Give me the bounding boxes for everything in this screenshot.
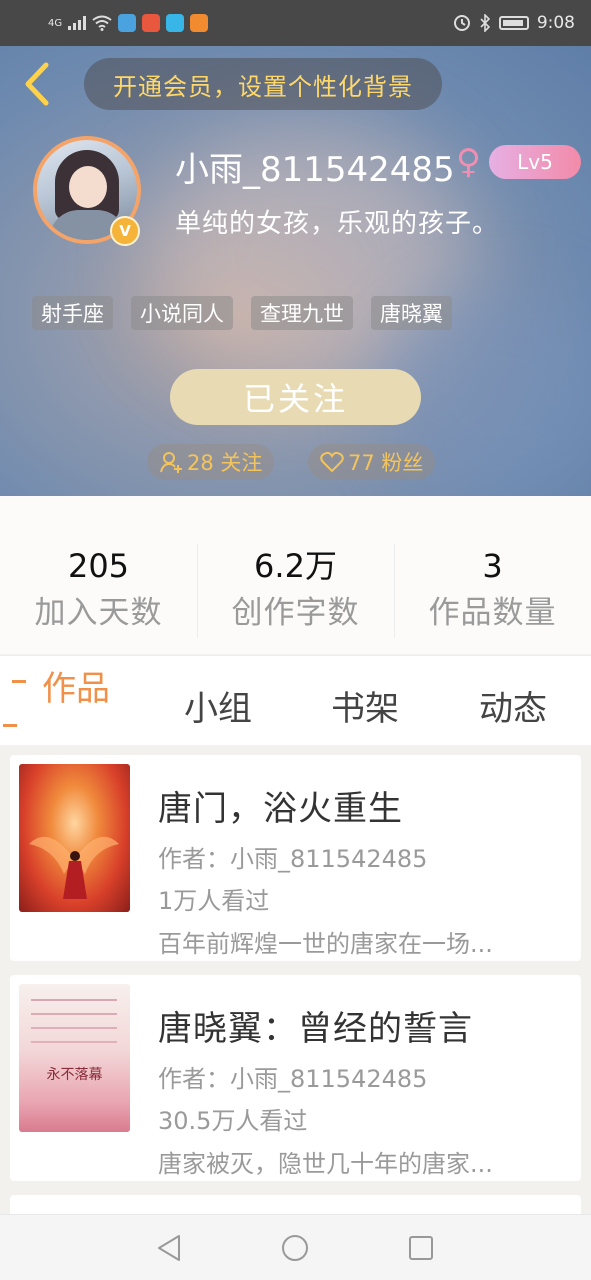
tag-item[interactable]: 小说同人	[131, 296, 233, 330]
stat-works-count: 3 作品数量	[394, 544, 591, 638]
battery-icon	[498, 16, 529, 30]
tab-works[interactable]: 作品	[42, 661, 110, 710]
tab-indicator	[12, 680, 26, 683]
profile-tabs: 作品 小组 书架 动态	[0, 655, 591, 745]
fans-count-button[interactable]: 77 粉丝	[308, 444, 436, 480]
followed-button[interactable]: 已关注	[170, 369, 421, 425]
back-arrow-icon	[25, 62, 49, 106]
tab-bookshelf[interactable]: 书架	[331, 681, 399, 730]
verified-badge: V	[110, 216, 140, 246]
stat-join-days: 205 加入天数	[0, 544, 197, 638]
status-bar: 4G 9:08	[0, 0, 591, 46]
work-author: 作者：小雨_811542485	[158, 1065, 428, 1093]
vip-background-banner[interactable]: 开通会员，设置个性化背景	[84, 58, 442, 110]
clock: 9:08	[536, 13, 575, 33]
stat-label: 作品数量	[428, 595, 557, 631]
work-views: 30.5万人看过	[158, 1107, 308, 1135]
system-nav-bar	[0, 1214, 591, 1280]
nav-recents-button[interactable]	[406, 1233, 436, 1263]
stat-label: 创作字数	[231, 595, 360, 631]
app-icon-cyan	[166, 14, 185, 32]
back-button[interactable]	[16, 60, 56, 108]
user-bio: 单纯的女孩，乐观的孩子。	[175, 209, 500, 239]
network-type: 4G	[48, 17, 63, 29]
following-count-button[interactable]: 28 关注	[147, 444, 275, 480]
following-count: 28 关注	[187, 451, 263, 475]
work-title: 唐晓翼：曾经的誓言	[158, 1009, 473, 1049]
app-icon-orange	[190, 14, 209, 32]
tab-groups[interactable]: 小组	[184, 681, 252, 730]
work-card[interactable]: 唐门，浴火重生 作者：小雨_811542485 1万人看过 百年前辉煌一世的唐家…	[10, 755, 581, 961]
alarm-icon	[453, 15, 470, 31]
app-icon-red	[142, 14, 161, 32]
stat-value: 6.2万	[254, 547, 337, 585]
square-recents-icon	[409, 1236, 433, 1260]
wifi-icon	[92, 15, 112, 31]
cover-art	[29, 836, 119, 899]
stats-panel: 205 加入天数 6.2万 创作字数 3 作品数量	[0, 496, 591, 654]
nav-back-button[interactable]	[154, 1233, 184, 1263]
profile-header: 开通会员，设置个性化背景 V 小雨_811542485 ♀ Lv5 单纯的女孩，…	[0, 46, 591, 496]
heart-icon	[320, 451, 344, 473]
fans-count: 77 粉丝	[348, 451, 424, 475]
tag-list: 射手座 小说同人 查理九世 唐晓翼	[32, 296, 452, 330]
work-views: 1万人看过	[158, 887, 270, 915]
username: 小雨_811542485	[175, 150, 455, 190]
add-person-icon	[160, 452, 182, 473]
work-description: 百年前辉煌一世的唐家在一场...	[158, 930, 493, 958]
stat-value: 3	[482, 547, 503, 585]
work-description: 唐家被灭，隐世几十年的唐家...	[158, 1150, 493, 1178]
bluetooth-icon	[480, 14, 490, 32]
nav-home-button[interactable]	[280, 1233, 310, 1263]
tab-indicator	[3, 724, 17, 727]
level-badge: Lv5	[489, 145, 581, 179]
triangle-back-icon	[158, 1235, 180, 1261]
stat-word-count: 6.2万 创作字数	[197, 544, 394, 638]
circle-home-icon	[282, 1235, 308, 1261]
female-gender-icon: ♀	[456, 142, 481, 182]
app-icon-blue	[118, 14, 137, 32]
book-cover	[19, 764, 130, 912]
book-cover: 永不落幕	[19, 984, 130, 1132]
tag-item[interactable]: 射手座	[32, 296, 113, 330]
tag-item[interactable]: 唐晓翼	[371, 296, 452, 330]
signal-icon	[68, 16, 87, 30]
tag-item[interactable]: 查理九世	[251, 296, 353, 330]
stat-label: 加入天数	[34, 595, 163, 631]
cover-art	[31, 999, 117, 1043]
work-card[interactable]: 永不落幕 唐晓翼：曾经的誓言 作者：小雨_811542485 30.5万人看过 …	[10, 975, 581, 1181]
work-title: 唐门，浴火重生	[158, 789, 403, 829]
tab-activity[interactable]: 动态	[479, 681, 547, 730]
stat-value: 205	[67, 547, 130, 585]
work-author: 作者：小雨_811542485	[158, 845, 428, 873]
